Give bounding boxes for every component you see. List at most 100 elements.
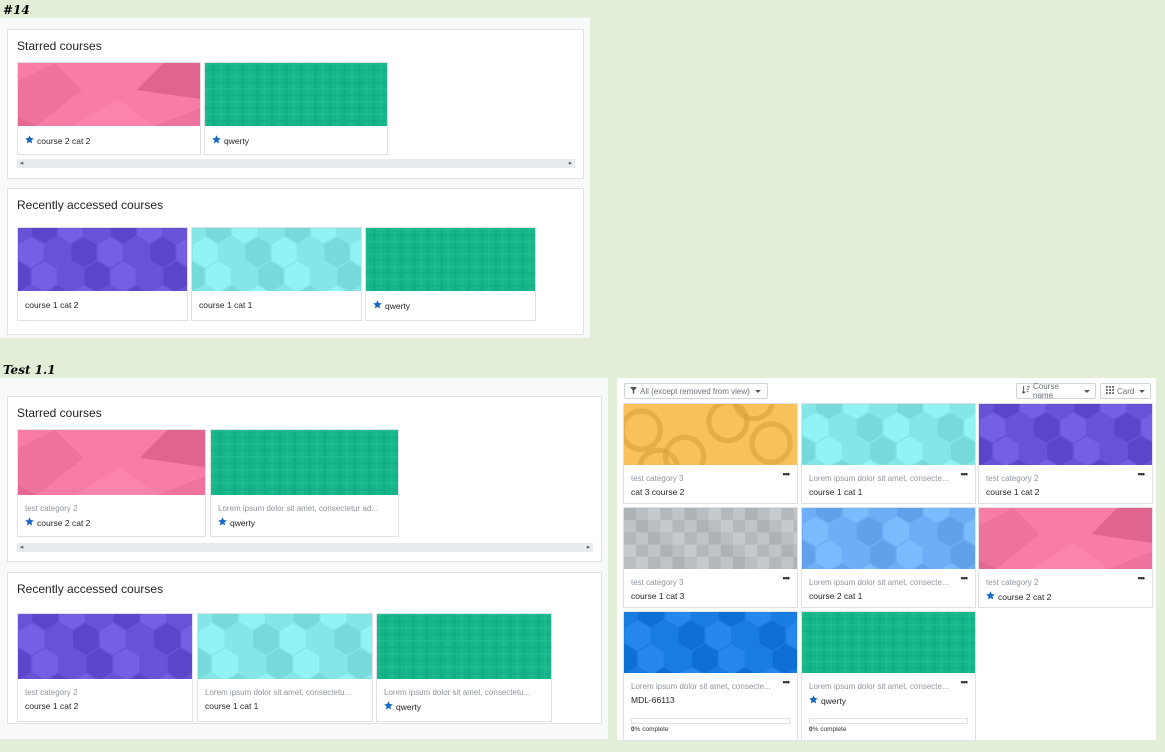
- course-name: MDL-66113: [631, 695, 675, 705]
- course-name: course 1 cat 2: [986, 487, 1040, 497]
- more-actions-icon[interactable]: •••: [1138, 469, 1146, 479]
- course-name: course 2 cat 2: [998, 591, 1052, 602]
- course-name-link[interactable]: course 1 cat 2: [25, 701, 78, 711]
- course-name-link[interactable]: qwerty: [809, 695, 846, 706]
- course-card[interactable]: Lorem ipsum dolor sit amet, consectetu..…: [376, 613, 552, 722]
- course-name-link[interactable]: course 2 cat 2: [25, 135, 90, 146]
- course-image[interactable]: [18, 430, 205, 495]
- course-image[interactable]: [198, 614, 372, 679]
- progress-text: 0% complete: [631, 726, 669, 733]
- course-card[interactable]: test category 2 ••• course 1 cat 2: [978, 403, 1153, 504]
- course-category: test category 3: [631, 578, 684, 587]
- course-card[interactable]: test category 2 course 1 cat 2: [17, 613, 193, 722]
- course-name-link[interactable]: course 1 cat 2: [25, 300, 78, 310]
- view-dropdown[interactable]: Card: [1100, 383, 1151, 399]
- course-category: Lorem ipsum dolor sit amet, consecte...: [631, 682, 771, 691]
- course-name-link[interactable]: course 2 cat 2: [986, 591, 1051, 602]
- chevron-down-icon: [1139, 389, 1146, 393]
- course-name-link[interactable]: course 1 cat 1: [199, 300, 252, 310]
- course-image[interactable]: [211, 430, 398, 495]
- sort-label: Course name: [1033, 382, 1059, 400]
- course-name-link[interactable]: course 2 cat 2: [25, 517, 90, 528]
- filter-dropdown[interactable]: All (except removed from view): [624, 383, 768, 399]
- sort-dropdown[interactable]: Course name: [1016, 382, 1096, 400]
- horizontal-scrollbar[interactable]: ◂ ▸: [17, 543, 593, 552]
- course-image[interactable]: [979, 404, 1152, 465]
- course-name-link[interactable]: course 1 cat 1: [205, 701, 258, 711]
- course-card[interactable]: Lorem ipsum dolor sit amet, consecte... •…: [801, 507, 976, 608]
- course-name-link[interactable]: qwerty: [384, 701, 421, 712]
- course-image[interactable]: [802, 612, 975, 673]
- course-category: test category 2: [986, 578, 1039, 587]
- course-card[interactable]: Lorem ipsum dolor sit amet, consectetu..…: [197, 613, 373, 722]
- filter-icon: [630, 386, 637, 396]
- more-actions-icon[interactable]: •••: [961, 677, 969, 687]
- star-icon: [373, 300, 382, 311]
- course-name-link[interactable]: MDL-66113: [631, 695, 675, 705]
- scroll-right-icon[interactable]: ▸: [584, 543, 593, 552]
- course-card[interactable]: course 1 cat 2: [17, 227, 188, 321]
- course-card[interactable]: test category 2 course 2 cat 2: [17, 429, 206, 537]
- course-card[interactable]: test category 3 ••• cat 3 course 2: [623, 403, 798, 504]
- more-actions-icon[interactable]: •••: [783, 677, 791, 687]
- course-name-link[interactable]: course 1 cat 3: [631, 591, 684, 601]
- course-card[interactable]: qwerty: [365, 227, 536, 321]
- course-card[interactable]: Lorem ipsum dolor sit amet, consecte... •…: [623, 611, 798, 741]
- course-card[interactable]: course 1 cat 1: [191, 227, 362, 321]
- progress-bar: [631, 718, 790, 724]
- course-image[interactable]: [18, 614, 192, 679]
- course-category: Lorem ipsum dolor sit amet, consecte...: [809, 578, 949, 587]
- course-card[interactable]: course 2 cat 2: [17, 62, 201, 155]
- course-name: qwerty: [385, 300, 411, 311]
- course-name: course 2 cat 1: [809, 591, 863, 601]
- course-name-link[interactable]: cat 3 course 2: [631, 487, 684, 497]
- course-name-link[interactable]: qwerty: [212, 135, 249, 146]
- more-actions-icon[interactable]: •••: [783, 573, 791, 583]
- panel-test-1-1: Starred courses test category 2 course 2 …: [0, 378, 608, 739]
- filter-label: All (except removed from view): [640, 386, 750, 396]
- course-image[interactable]: [802, 508, 975, 569]
- block-starred-14: Starred courses course 2 cat 2 qwerty ◂ ▸: [7, 29, 584, 179]
- course-card[interactable]: Lorem ipsum dolor sit amet, consectetur …: [210, 429, 399, 537]
- course-name-link[interactable]: qwerty: [373, 300, 410, 311]
- course-image[interactable]: [18, 63, 200, 126]
- scroll-left-icon[interactable]: ◂: [17, 159, 26, 168]
- course-card[interactable]: test category 3 ••• course 1 cat 3: [623, 507, 798, 608]
- more-actions-icon[interactable]: •••: [961, 573, 969, 583]
- course-name-link[interactable]: course 1 cat 1: [809, 487, 862, 497]
- block-starred-t11: Starred courses test category 2 course 2 …: [7, 396, 602, 562]
- course-image[interactable]: [624, 612, 797, 673]
- course-image[interactable]: [18, 228, 187, 291]
- course-image[interactable]: [802, 404, 975, 465]
- scroll-right-icon[interactable]: ▸: [566, 159, 575, 168]
- course-image[interactable]: [366, 228, 535, 291]
- course-image[interactable]: [205, 63, 387, 126]
- course-category: test category 3: [631, 474, 684, 483]
- course-image[interactable]: [192, 228, 361, 291]
- course-card[interactable]: Lorem ipsum dolor sit amet, consecte... •…: [801, 611, 976, 741]
- course-card[interactable]: qwerty: [204, 62, 388, 155]
- course-name-link[interactable]: qwerty: [218, 517, 255, 528]
- more-actions-icon[interactable]: •••: [783, 469, 791, 479]
- scroll-left-icon[interactable]: ◂: [17, 543, 26, 552]
- more-actions-icon[interactable]: •••: [1138, 573, 1146, 583]
- course-name: course 2 cat 2: [37, 135, 91, 146]
- progress-suffix: % complete: [634, 726, 669, 733]
- course-category: test category 2: [986, 474, 1039, 483]
- chevron-down-icon: [754, 389, 761, 393]
- course-category: test category 2: [25, 688, 78, 697]
- course-category: Lorem ipsum dolor sit amet, consecte...: [809, 682, 949, 691]
- more-actions-icon[interactable]: •••: [961, 469, 969, 479]
- course-name-link[interactable]: course 1 cat 2: [986, 487, 1039, 497]
- course-image[interactable]: [624, 508, 797, 569]
- course-name-link[interactable]: course 2 cat 1: [809, 591, 862, 601]
- course-category: test category 2: [25, 504, 78, 513]
- course-image[interactable]: [624, 404, 797, 465]
- grid-icon: [1106, 386, 1114, 396]
- course-image[interactable]: [377, 614, 551, 679]
- horizontal-scrollbar[interactable]: ◂ ▸: [17, 159, 575, 168]
- course-card[interactable]: test category 2 ••• course 2 cat 2: [978, 507, 1153, 608]
- course-image[interactable]: [979, 508, 1152, 569]
- star-icon: [212, 135, 221, 146]
- course-card[interactable]: Lorem ipsum dolor sit amet, consecte... •…: [801, 403, 976, 504]
